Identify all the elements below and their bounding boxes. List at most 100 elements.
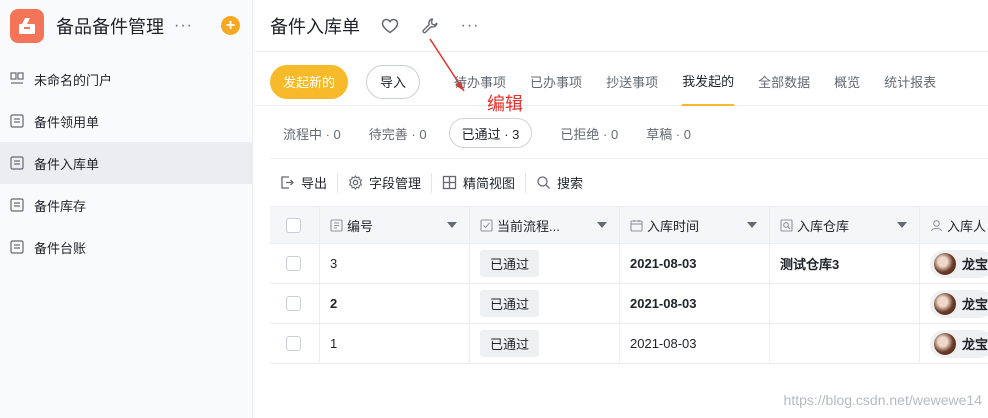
watermark: https://blog.csdn.net/wewewe14 (783, 392, 982, 408)
sidebar-item-inventory[interactable]: 备件库存 (0, 184, 252, 226)
avatar (934, 252, 956, 275)
grid-icon (442, 175, 457, 190)
form-icon (10, 114, 24, 128)
cell-user: 龙宝 (920, 244, 988, 283)
status-rejected[interactable]: 已拒绝 · 0 (560, 118, 618, 148)
user-tag: 龙宝 (930, 289, 988, 318)
sidebar-nav: 未命名的门户 备件领用单 备件入库单 备件库存 备件台账 (0, 58, 252, 268)
heart-icon[interactable] (380, 16, 400, 36)
column-header-time[interactable]: 入库时间 (620, 207, 770, 243)
import-button[interactable]: 导入 (366, 64, 421, 99)
status-in-process[interactable]: 流程中 · 0 (283, 118, 341, 148)
page-header: 备件入库单 ··· (254, 0, 988, 52)
form-icon (10, 156, 24, 170)
cell-user: 龙宝 (920, 324, 988, 363)
sidebar-item-label: 备件台账 (34, 240, 87, 256)
view-tabs: 发起新的 导入 待办事项 已办事项 抄送事项 我发起的 全部数据 概览 统计报表 (254, 58, 988, 106)
new-button[interactable]: 发起新的 (270, 64, 349, 99)
annotation-label: 编辑 (487, 94, 523, 114)
user-name: 龙宝 (962, 297, 988, 312)
app-title: 备品备件管理 (56, 17, 164, 37)
status-badge: 已通过 (480, 290, 540, 317)
row-select-cell (270, 324, 320, 363)
row-checkbox[interactable] (286, 256, 301, 271)
avatar (934, 332, 956, 355)
portal-icon (10, 72, 24, 86)
table-row[interactable]: 3 已通过 2021-08-03 测试仓库3 龙宝 (270, 244, 988, 284)
sidebar-item-ledger[interactable]: 备件台账 (0, 226, 252, 268)
form-icon (10, 240, 24, 254)
select-all-checkbox[interactable] (286, 217, 301, 233)
data-table: 编号 当前流程... 入库时间 入库仓库 入库人 3 已通过 2021-08-0… (270, 206, 988, 364)
table-row[interactable]: 2 已通过 2021-08-03 龙宝 (270, 284, 988, 324)
cell-warehouse (770, 284, 920, 323)
page-title: 备件入库单 (270, 16, 360, 37)
status-pending[interactable]: 待完善 · 0 (369, 118, 427, 148)
sidebar-item-portal[interactable]: 未命名的门户 (0, 58, 252, 100)
search-button[interactable]: 搜索 (526, 170, 593, 196)
sidebar-item-label: 备件库存 (34, 198, 87, 214)
tab-initiated[interactable]: 我发起的 (682, 58, 735, 106)
status-filters: 流程中 · 0 待完善 · 0 已通过 · 3 已拒绝 · 0 草稿 · 0 (254, 118, 988, 148)
row-checkbox[interactable] (286, 336, 301, 351)
table-row[interactable]: 1 已通过 2021-08-03 龙宝 (270, 324, 988, 364)
sidebar-item-label: 未命名的门户 (34, 72, 113, 88)
caret-down-icon[interactable] (897, 222, 907, 228)
sidebar-item-label: 备件入库单 (34, 156, 100, 172)
compact-view-button[interactable]: 精简视图 (432, 170, 525, 196)
status-badge: 已通过 (480, 250, 540, 277)
cell-time: 2021-08-03 (620, 284, 770, 323)
user-tag: 龙宝 (930, 329, 988, 358)
cell-number: 2 (320, 284, 470, 323)
sidebar-item-stock-in[interactable]: 备件入库单 (0, 142, 252, 184)
gear-icon (348, 175, 363, 190)
wrench-icon[interactable] (420, 16, 440, 36)
column-header-flow[interactable]: 当前流程... (470, 207, 620, 243)
sidebar-item-label: 备件领用单 (34, 114, 100, 130)
caret-down-icon[interactable] (597, 222, 607, 228)
tab-reports[interactable]: 统计报表 (884, 58, 936, 106)
app-logo-icon (10, 9, 44, 43)
tab-done[interactable]: 已办事项 (530, 58, 582, 106)
cell-warehouse: 测试仓库3 (770, 244, 920, 283)
caret-down-icon[interactable] (747, 222, 757, 228)
more-icon[interactable]: ··· (460, 16, 480, 36)
export-label: 导出 (301, 176, 328, 191)
tab-overview[interactable]: 概览 (834, 58, 860, 106)
checkbox-icon (480, 218, 493, 232)
tab-all-data[interactable]: 全部数据 (758, 58, 810, 106)
calendar-icon (630, 219, 643, 232)
field-settings-button[interactable]: 字段管理 (338, 170, 431, 196)
select-all-cell (270, 207, 320, 243)
column-header-user[interactable]: 入库人 (920, 207, 988, 243)
status-draft[interactable]: 草稿 · 0 (646, 118, 691, 148)
column-header-number[interactable]: 编号 (320, 207, 470, 243)
main-content: 备件入库单 ··· 发起新的 导入 待办事项 已办事项 抄送事项 我发起的 全部… (254, 0, 988, 418)
form-icon (10, 198, 24, 212)
sidebar-item-requisition[interactable]: 备件领用单 (0, 100, 252, 142)
cell-time: 2021-08-03 (620, 244, 770, 283)
user-tag: 龙宝 (930, 249, 988, 278)
column-header-warehouse[interactable]: 入库仓库 (770, 207, 920, 243)
cell-warehouse (770, 324, 920, 363)
search-icon (537, 176, 551, 189)
lookup-icon (780, 218, 793, 232)
cell-number: 3 (320, 244, 470, 283)
row-checkbox[interactable] (286, 296, 301, 311)
sidebar: 备品备件管理 ··· + 未命名的门户 备件领用单 备件入库单 备件库存 备件台… (0, 0, 253, 418)
cell-flow: 已通过 (470, 284, 620, 323)
field-settings-label: 字段管理 (369, 176, 422, 191)
export-button[interactable]: 导出 (270, 170, 337, 196)
cell-number: 1 (320, 324, 470, 363)
export-icon (281, 176, 294, 189)
user-icon (930, 219, 943, 231)
avatar (934, 292, 956, 315)
tab-cc[interactable]: 抄送事项 (606, 58, 658, 106)
add-icon[interactable]: + (221, 16, 240, 35)
status-approved[interactable]: 已通过 · 3 (448, 118, 533, 148)
more-icon[interactable]: ··· (174, 17, 193, 35)
caret-down-icon[interactable] (447, 222, 457, 228)
number-icon (330, 218, 343, 232)
app-header: 备品备件管理 ··· (0, 0, 252, 52)
cell-user: 龙宝 (920, 284, 988, 323)
